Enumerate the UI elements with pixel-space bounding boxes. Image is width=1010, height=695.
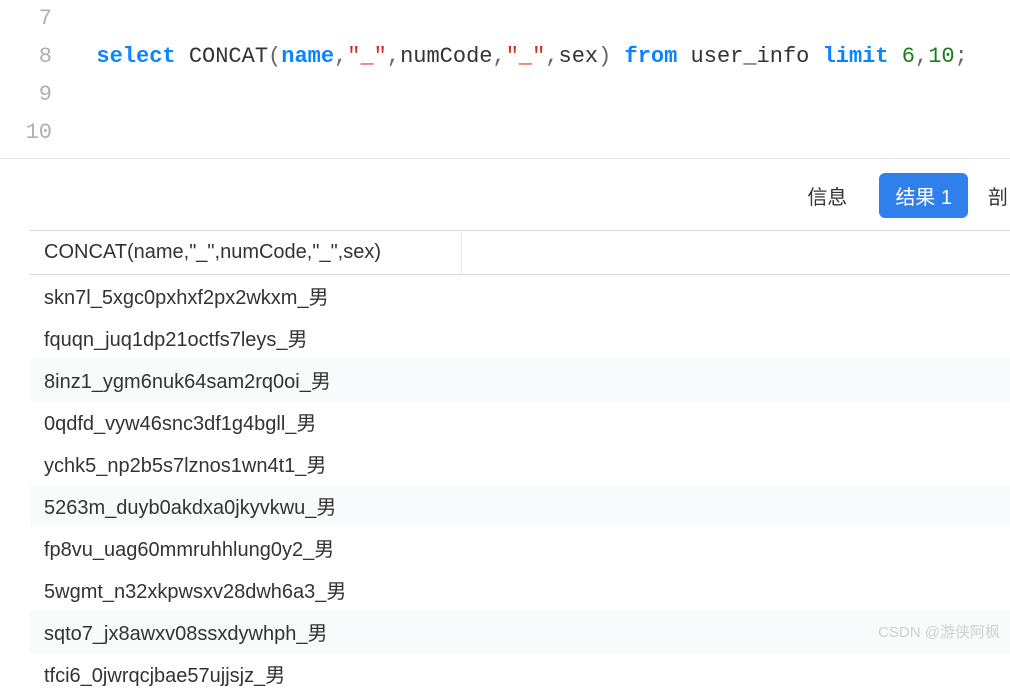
code-line[interactable] [70,114,1010,152]
table-cell[interactable]: fquqn_juq1dp21octfs7leys_男 [30,317,322,358]
table-cell[interactable]: 5wgmt_n32xkpwsxv28dwh6a3_男 [30,569,360,610]
tab-cut-partial[interactable]: 剖 [986,175,1010,216]
result-grid: CONCAT(name,"_",numCode,"_",sex) skn7l_5… [30,230,1010,695]
watermark: CSDN @游侠阿枫 [878,621,1000,642]
code-area[interactable]: select CONCAT(name,"_",numCode,"_",sex) … [70,0,1010,152]
table-cell[interactable]: 8inz1_ygm6nuk64sam2rq0oi_男 [30,359,345,400]
table-row[interactable]: 8inz1_ygm6nuk64sam2rq0oi_男 [30,359,1010,401]
table-row[interactable]: fquqn_juq1dp21octfs7leys_男 [30,317,1010,359]
table-row[interactable]: sqto7_jx8awxv08ssxdywhph_男 [30,611,1010,653]
table-cell[interactable]: ychk5_np2b5s7lznos1wn4t1_男 [30,443,340,484]
table-cell[interactable]: 5263m_duyb0akdxa0jkyvkwu_男 [30,485,350,526]
table-cell[interactable]: sqto7_jx8awxv08ssxdywhph_男 [30,611,342,652]
table-row[interactable]: ychk5_np2b5s7lznos1wn4t1_男 [30,443,1010,485]
table-cell[interactable]: fp8vu_uag60mmruhhlung0y2_男 [30,527,348,568]
code-line[interactable] [70,0,1010,38]
tab-info[interactable]: 信息 [793,175,861,216]
line-number: 10 [0,114,52,152]
column-header[interactable]: CONCAT(name,"_",numCode,"_",sex) [30,231,462,274]
line-number: 8 [0,38,52,76]
line-number: 9 [0,76,52,114]
line-gutter: 78910 [0,0,70,152]
grid-body: skn7l_5xgc0pxhxf2px2wkxm_男fquqn_juq1dp21… [30,275,1010,695]
code-line[interactable]: select CONCAT(name,"_",numCode,"_",sex) … [70,38,1010,76]
table-row[interactable]: fp8vu_uag60mmruhhlung0y2_男 [30,527,1010,569]
result-tabs: 信息 结果 1 剖 [0,159,1010,230]
code-line[interactable] [70,76,1010,114]
table-cell[interactable]: 0qdfd_vyw46snc3df1g4bgll_男 [30,401,330,442]
table-row[interactable]: tfci6_0jwrqcjbae57ujjsjz_男 [30,653,1010,695]
sql-editor[interactable]: 78910 select CONCAT(name,"_",numCode,"_"… [0,0,1010,152]
grid-header-row: CONCAT(name,"_",numCode,"_",sex) [30,231,1010,275]
tab-result[interactable]: 结果 1 [879,173,968,218]
table-row[interactable]: skn7l_5xgc0pxhxf2px2wkxm_男 [30,275,1010,317]
line-number: 7 [0,0,52,38]
table-row[interactable]: 5263m_duyb0akdxa0jkyvkwu_男 [30,485,1010,527]
table-cell[interactable]: tfci6_0jwrqcjbae57ujjsjz_男 [30,653,299,694]
table-row[interactable]: 5wgmt_n32xkpwsxv28dwh6a3_男 [30,569,1010,611]
table-cell[interactable]: skn7l_5xgc0pxhxf2px2wkxm_男 [30,275,343,316]
table-row[interactable]: 0qdfd_vyw46snc3df1g4bgll_男 [30,401,1010,443]
